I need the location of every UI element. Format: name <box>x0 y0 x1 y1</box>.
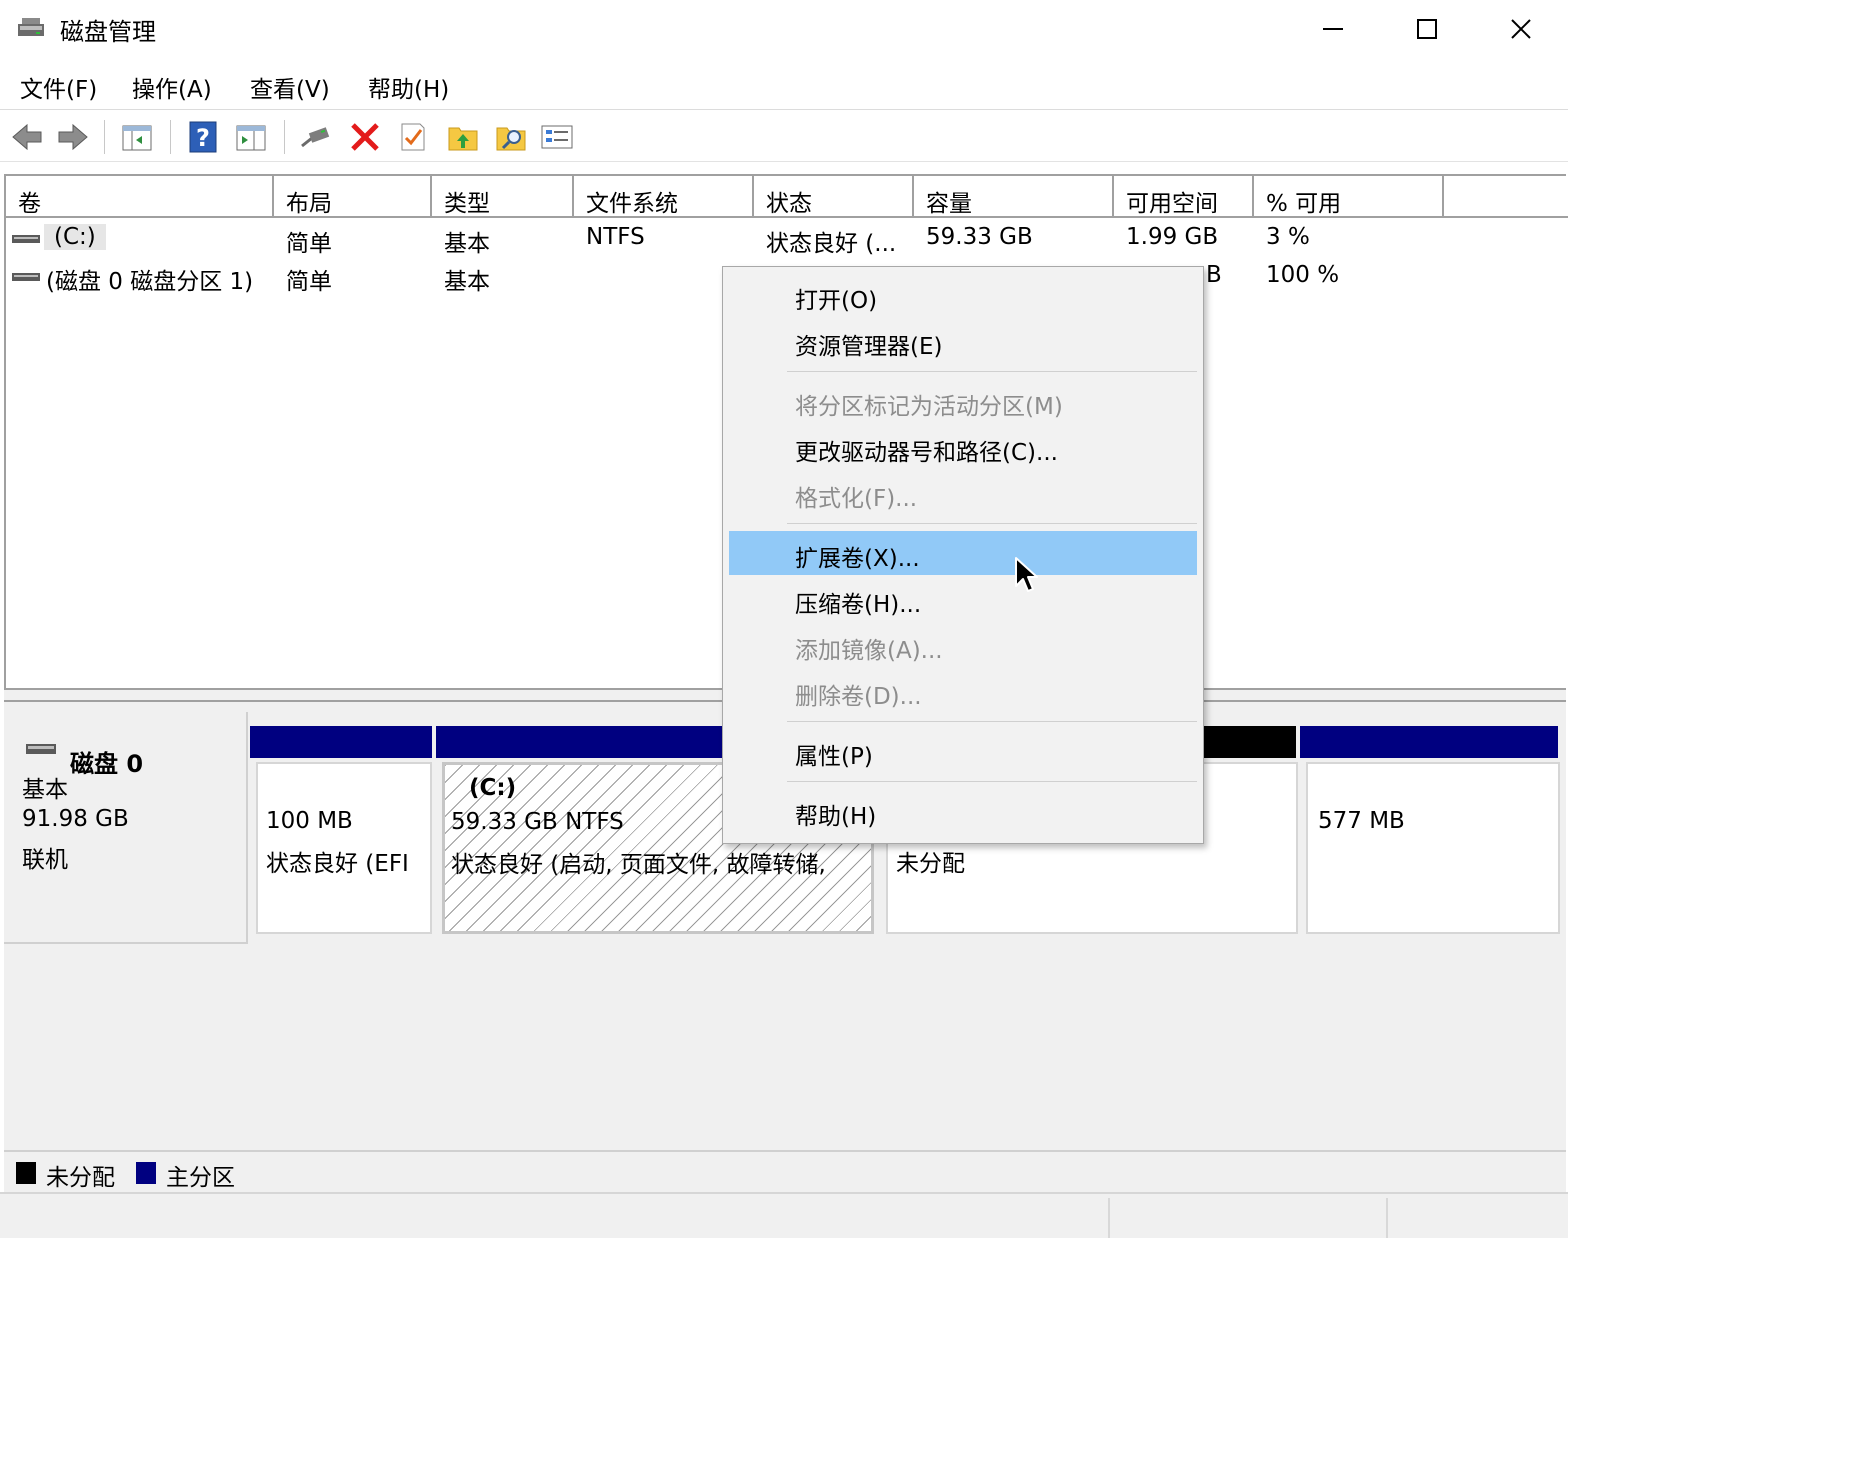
view-pane-icon[interactable] <box>234 120 268 154</box>
menu-item-change-drive-letter[interactable]: 更改驱动器号和路径(C)... <box>729 425 1197 469</box>
partition-bar <box>1204 726 1296 758</box>
legend-swatch-primary <box>136 1162 156 1184</box>
volume-icon <box>12 235 40 243</box>
percent-free-cell: 3 % <box>1266 224 1310 250</box>
menu-item-delete-volume[interactable]: 删除卷(D)... <box>729 669 1197 713</box>
partition-body: 577 MB <box>1306 762 1560 934</box>
free-space-cell: B <box>1206 262 1222 288</box>
status-cell: 状态良好 (... <box>766 231 897 257</box>
menu-item-explorer[interactable]: 资源管理器(E) <box>729 319 1197 363</box>
legend-label-primary: 主分区 <box>166 1165 235 1191</box>
menu-item-extend-volume[interactable]: 扩展卷(X)... <box>729 531 1197 575</box>
column-header-layout[interactable]: 布局 <box>274 176 432 218</box>
layout-cell: 简单 <box>286 231 332 257</box>
percent-free-cell: 100 % <box>1266 262 1340 288</box>
menu-item-add-mirror[interactable]: 添加镜像(A)... <box>729 623 1197 667</box>
maximize-button[interactable] <box>1380 0 1474 58</box>
volume-name: (C:) <box>44 224 106 250</box>
help-icon[interactable]: ? <box>186 120 220 154</box>
partition-body: 100 MB 状态良好 (EFI <box>256 762 432 934</box>
column-header-percent-free[interactable]: % 可用 <box>1254 176 1444 218</box>
column-header-capacity[interactable]: 容量 <box>914 176 1114 218</box>
partition-size: 100 MB <box>266 808 353 834</box>
table-row[interactable]: (C:) 简单 基本 NTFS 状态良好 (... 59.33 GB 1.99 … <box>6 220 1566 258</box>
legend: 未分配 主分区 <box>4 1150 1566 1192</box>
menu-help[interactable]: 帮助(H) <box>368 70 449 104</box>
close-icon <box>1511 19 1531 39</box>
menu-item-properties[interactable]: 属性(P) <box>729 729 1197 773</box>
menu-file[interactable]: 文件(F) <box>20 70 97 104</box>
volume-name: (磁盘 0 磁盘分区 1) <box>46 269 254 295</box>
menu-separator <box>787 371 1197 372</box>
menu-item-format[interactable]: 格式化(F)... <box>729 471 1197 515</box>
column-header-volume[interactable]: 卷 <box>6 176 274 218</box>
disk-label[interactable]: 磁盘 0 基本 91.98 GB 联机 <box>4 712 248 944</box>
disk-icon <box>26 744 56 754</box>
capacity-cell: 59.33 GB <box>926 224 1033 250</box>
legend-label-unallocated: 未分配 <box>46 1165 115 1191</box>
status-bar <box>0 1192 1568 1238</box>
partition-status: 状态良好 (EFI <box>266 851 409 877</box>
disk-name: 磁盘 0 <box>70 750 144 778</box>
search-folder-icon[interactable] <box>494 120 528 154</box>
svg-text:?: ? <box>196 124 210 152</box>
partition-status: 未分配 <box>896 851 965 877</box>
delete-icon[interactable] <box>348 120 382 154</box>
column-header-filesystem[interactable]: 文件系统 <box>574 176 754 218</box>
type-cell: 基本 <box>444 269 490 295</box>
menu-separator <box>787 721 1197 722</box>
minimize-button[interactable] <box>1286 0 1380 58</box>
column-header-free-space[interactable]: 可用空间 <box>1114 176 1254 218</box>
menu-bar: 文件(F) 操作(A) 查看(V) 帮助(H) <box>0 58 1568 110</box>
menu-separator <box>787 523 1197 524</box>
back-arrow-icon[interactable] <box>10 120 44 154</box>
column-header-empty <box>1444 176 1568 218</box>
properties-list-icon[interactable] <box>540 120 574 154</box>
toolbar-separator <box>104 120 105 154</box>
close-button[interactable] <box>1474 0 1568 58</box>
toolbar-separator <box>284 120 285 154</box>
menu-item-mark-active[interactable]: 将分区标记为活动分区(M) <box>729 379 1197 423</box>
menu-action[interactable]: 操作(A) <box>132 70 212 104</box>
status-separator <box>1108 1198 1110 1238</box>
menu-view[interactable]: 查看(V) <box>250 70 330 104</box>
forward-arrow-icon[interactable] <box>56 120 90 154</box>
connect-disk-icon[interactable] <box>298 120 332 154</box>
mouse-cursor-icon <box>1015 557 1038 592</box>
minimize-icon <box>1323 28 1343 30</box>
check-icon[interactable] <box>396 120 430 154</box>
title-bar: 磁盘管理 <box>0 0 1568 58</box>
menu-item-shrink-volume[interactable]: 压缩卷(H)... <box>729 577 1197 621</box>
volume-icon <box>12 273 40 281</box>
status-separator <box>1386 1198 1388 1238</box>
type-cell: 基本 <box>444 231 490 257</box>
console-tree-icon[interactable] <box>120 120 154 154</box>
menu-item-open[interactable]: 打开(O) <box>729 273 1197 317</box>
column-header-status[interactable]: 状态 <box>754 176 914 218</box>
menu-item-help[interactable]: 帮助(H) <box>729 789 1197 833</box>
partition-bar <box>436 726 736 758</box>
disk-management-app-icon <box>18 18 44 36</box>
partition-size: 59.33 GB NTFS <box>451 809 624 835</box>
layout-cell: 简单 <box>286 269 332 295</box>
context-menu: 打开(O) 资源管理器(E) 将分区标记为活动分区(M) 更改驱动器号和路径(C… <box>722 266 1204 844</box>
up-folder-icon[interactable] <box>446 120 480 154</box>
disk-state: 联机 <box>22 847 68 873</box>
toolbar: ? <box>0 110 1568 162</box>
partition-label: (C:) <box>469 775 517 801</box>
disk-type: 基本 <box>22 777 68 803</box>
column-header-type[interactable]: 类型 <box>432 176 574 218</box>
partition-status: 状态良好 (启动, 页面文件, 故障转储, <box>451 852 826 878</box>
maximize-icon <box>1417 19 1437 39</box>
toolbar-separator <box>170 120 171 154</box>
partition-bar <box>250 726 432 758</box>
window-title: 磁盘管理 <box>60 18 156 46</box>
partition-bar <box>1300 726 1558 758</box>
legend-swatch-unallocated <box>16 1162 36 1184</box>
menu-separator <box>787 781 1197 782</box>
partition-size: 577 MB <box>1318 808 1405 834</box>
free-space-cell: 1.99 GB <box>1126 224 1219 250</box>
disk-size: 91.98 GB <box>22 806 129 832</box>
filesystem-cell: NTFS <box>586 224 645 250</box>
